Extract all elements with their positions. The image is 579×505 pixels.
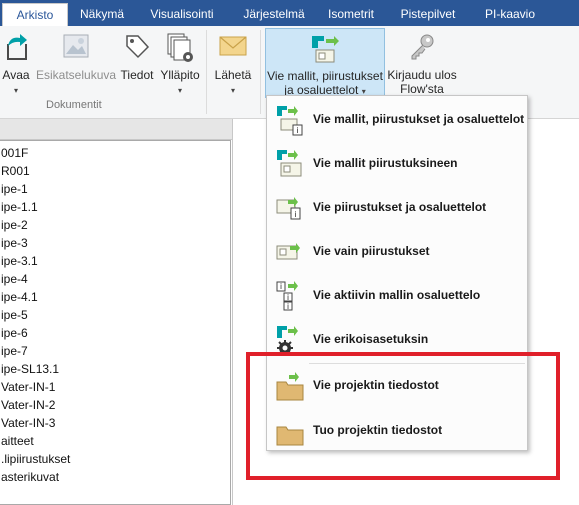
tab-jarjestelma[interactable]: Järjestelmä — [232, 3, 316, 26]
export-drawings-icon — [276, 243, 300, 260]
tab-pistepilvet[interactable]: Pistepilvet — [392, 3, 464, 26]
tab-arkisto[interactable]: Arkisto — [2, 3, 68, 26]
send-button[interactable]: Lähetä ▾ — [210, 28, 256, 102]
preview-button[interactable]: Esikatselukuva — [36, 28, 116, 102]
menu-item-export-drawings-lists[interactable]: i Vie piirustukset ja osaluettelot — [267, 186, 527, 230]
tab-pi-kaavio[interactable]: PI-kaavio — [474, 3, 546, 26]
info-button[interactable]: Tiedot — [118, 28, 156, 102]
logout-label-line1: Kirjaudu ulos — [387, 68, 457, 82]
export-all-icon: i — [277, 106, 303, 136]
group-label-documents: Dokumentit — [46, 99, 102, 111]
tree-item[interactable]: ipe-3.1 — [1, 252, 38, 270]
open-caret[interactable]: ▾ — [0, 82, 32, 98]
maintain-label: Ylläpito — [160, 68, 200, 82]
menu-item-label: Vie mallit, piirustukset ja osaluettelot — [313, 112, 525, 126]
model-tree[interactable]: 001F R001 ipe-1 ipe-1.1 ipe-2 ipe-3 ipe-… — [0, 140, 231, 505]
logout-label-line2: Flow'sta — [400, 82, 444, 96]
send-label: Lähetä — [214, 68, 252, 82]
svg-text:i: i — [287, 302, 289, 311]
tree-item[interactable]: ipe-6 — [1, 324, 28, 342]
menu-item-label: Vie vain piirustukset — [313, 244, 430, 258]
tree-item[interactable]: ipe-2 — [1, 216, 28, 234]
tree-panel-header — [0, 119, 233, 140]
menu-item-label: Vie piirustukset ja osaluettelot — [313, 200, 487, 214]
key-icon — [411, 34, 434, 60]
tree-item[interactable]: ipe-3 — [1, 234, 28, 252]
tree-item[interactable]: 001F — [1, 144, 28, 162]
tree-item[interactable]: ipe-5 — [1, 306, 28, 324]
open-label: Avaa — [2, 68, 30, 82]
tree-item[interactable]: .lipiirustukset — [1, 450, 70, 468]
tree-item[interactable]: asterikuvat — [1, 468, 59, 486]
open-icon — [7, 34, 27, 60]
tree-item[interactable]: aitteet — [1, 432, 34, 450]
tree-item[interactable]: ipe-4 — [1, 270, 28, 288]
export-label-line1: Vie mallit, piirustukset — [267, 69, 383, 83]
logout-flow-button[interactable]: Kirjaudu ulos Flow'sta — [386, 28, 458, 102]
svg-text:i: i — [280, 282, 282, 291]
menu-item-label: Vie aktiivin mallin osaluettelo — [313, 288, 481, 302]
svg-text:i: i — [297, 126, 299, 135]
export-models-icon — [312, 36, 339, 63]
svg-text:i: i — [295, 210, 297, 219]
menu-item-export-parts-list[interactable]: i i i Vie aktiivin mallin osaluettelo — [267, 274, 527, 318]
tag-icon — [126, 35, 150, 59]
menu-item-label: Vie erikoisasetuksin — [313, 332, 429, 346]
export-models-drawings-icon — [277, 150, 302, 177]
envelope-icon — [219, 36, 247, 56]
svg-text:i: i — [287, 293, 289, 302]
tree-item[interactable]: ipe-4.1 — [1, 288, 38, 306]
send-caret[interactable]: ▾ — [210, 82, 256, 98]
menu-item-export-models-drawings[interactable]: Vie mallit piirustuksineen — [267, 142, 527, 186]
tab-nakyma[interactable]: Näkymä — [74, 3, 130, 26]
tree-item[interactable]: Vater-IN-2 — [1, 396, 55, 414]
maintain-caret[interactable]: ▾ — [158, 82, 202, 98]
info-label: Tiedot — [120, 68, 154, 82]
preview-image-icon — [63, 34, 89, 58]
tree-item[interactable]: ipe-1.1 — [1, 198, 38, 216]
tree-item[interactable]: ipe-7 — [1, 342, 28, 360]
export-parts-list-icon: i i i — [276, 281, 298, 311]
maintain-button[interactable]: Ylläpito ▾ — [158, 28, 202, 102]
tree-item[interactable]: R001 — [1, 162, 30, 180]
menu-item-label: Vie mallit piirustuksineen — [313, 156, 458, 170]
menu-item-export-all[interactable]: i Vie mallit, piirustukset ja osaluettel… — [267, 98, 527, 142]
menu-item-export-drawings-only[interactable]: Vie vain piirustukset — [267, 230, 527, 274]
tree-item[interactable]: ipe-1 — [1, 180, 28, 198]
panel-divider — [232, 119, 233, 505]
open-button[interactable]: Avaa ▾ — [0, 28, 32, 102]
ribbon-tab-bar: Arkisto Näkymä Visualisointi Järjestelmä… — [0, 0, 579, 26]
maintain-documents-icon — [167, 33, 193, 62]
tree-item[interactable]: Vater-IN-3 — [1, 414, 55, 432]
tab-isometrit[interactable]: Isometrit — [320, 3, 382, 26]
tab-visualisointi[interactable]: Visualisointi — [138, 3, 226, 26]
tree-item[interactable]: Vater-IN-1 — [1, 378, 55, 396]
highlight-annotation-box — [246, 352, 560, 480]
group-separator — [206, 30, 207, 114]
export-models-button[interactable]: Vie mallit, piirustukset ja osaluettelot… — [265, 28, 385, 98]
group-separator — [260, 30, 261, 114]
tree-item[interactable]: ipe-SL13.1 — [1, 360, 59, 378]
export-drawings-lists-icon: i — [276, 197, 301, 220]
preview-label: Esikatselukuva — [36, 68, 117, 82]
